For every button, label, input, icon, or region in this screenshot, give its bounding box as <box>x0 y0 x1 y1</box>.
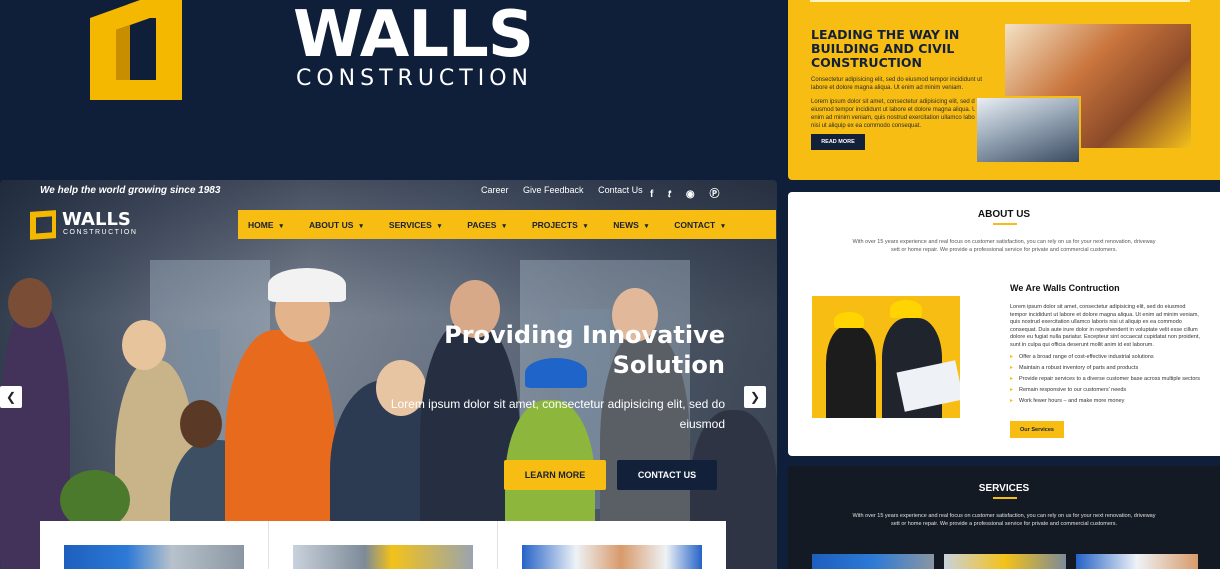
chevron-down-icon: ▾ <box>583 222 588 230</box>
person-head <box>8 278 52 328</box>
nav-contact-label: CONTACT <box>674 219 716 230</box>
learn-more-button[interactable]: LEARN MORE <box>504 460 606 490</box>
feature-card-image <box>293 545 473 569</box>
feature-card-image <box>522 545 702 569</box>
services-intro: With over 15 years experience and real f… <box>852 513 1156 527</box>
list-item: Work fewer hours – and make more money <box>1010 396 1210 407</box>
list-item: Provide repair services to a diverse cus… <box>1010 374 1210 385</box>
nav-home[interactable]: HOME ▾ <box>238 220 293 230</box>
services-panel: SERVICES With over 15 years experience a… <box>788 466 1220 569</box>
nav-news-label: NEWS <box>613 219 639 230</box>
list-item: Offer a broad range of cost-effective in… <box>1010 352 1210 363</box>
about-panel: ABOUT US With over 15 years experience a… <box>788 192 1220 456</box>
nav-projects[interactable]: PROJECTS ▾ <box>522 220 597 230</box>
panel-divider <box>810 0 1190 2</box>
leading-paragraph-1: Consectetur adipisicing elit, sed do eiu… <box>811 77 983 91</box>
nav-about[interactable]: ABOUT US ▾ <box>299 220 373 230</box>
slider-prev-arrow-icon[interactable]: ❮ <box>0 386 22 408</box>
top-link-career[interactable]: Career <box>481 185 509 195</box>
nav-services-label: SERVICES <box>388 219 432 230</box>
list-item: Maintain a robust inventory of parts and… <box>1010 363 1210 374</box>
chevron-down-icon: ▾ <box>359 222 363 230</box>
helmet-shape <box>268 268 346 302</box>
leading-panel: LEADING THE WAY IN BUILDING AND CIVIL CO… <box>788 0 1220 180</box>
brand-logo: WALLS CONSTRUCTION <box>90 0 534 110</box>
feature-card[interactable] <box>40 521 269 569</box>
site-logo[interactable]: WALLS CONSTRUCTION <box>30 209 140 243</box>
services-title: SERVICES <box>978 483 1030 494</box>
hero-text: Lorem ipsum dolor sit amet, consectetur … <box>390 397 725 431</box>
feature-card-image <box>64 545 244 569</box>
person-head <box>122 320 166 370</box>
pinterest-icon[interactable]: Ⓟ <box>709 189 719 200</box>
title-underline <box>993 497 1017 499</box>
nav-news[interactable]: NEWS ▾ <box>603 220 658 230</box>
feature-card[interactable] <box>269 521 498 569</box>
about-heading: We Are Walls Contruction <box>1010 283 1120 293</box>
leading-paragraph-2: Lorem ipsum dolor sit amet, consectetur … <box>811 99 982 129</box>
list-item: Remain responsive to our customers' need… <box>1010 385 1210 396</box>
service-thumb-image <box>812 554 934 569</box>
person-head <box>180 400 222 448</box>
site-logo-mark-icon <box>30 210 56 240</box>
nav-about-label: ABOUT US <box>309 219 354 230</box>
title-underline <box>993 223 1017 225</box>
site-hero-preview: We help the world growing since 1983 Car… <box>0 180 777 569</box>
instagram-icon[interactable]: ◉ <box>686 189 695 200</box>
social-links: f 𝑡 ◉ Ⓟ <box>650 185 731 200</box>
nav-pages[interactable]: PAGES ▾ <box>457 220 516 230</box>
top-links: Career Give Feedback Contact Us <box>481 185 655 195</box>
service-thumb-image <box>944 554 1066 569</box>
service-thumb-image <box>1076 554 1198 569</box>
read-more-button[interactable]: READ MORE <box>811 134 865 150</box>
top-link-feedback[interactable]: Give Feedback <box>523 185 584 195</box>
chevron-down-icon: ▾ <box>502 222 506 230</box>
leading-title: LEADING THE WAY IN BUILDING AND CIVIL CO… <box>811 27 960 70</box>
nav-projects-label: PROJECTS <box>531 219 578 230</box>
top-link-contact[interactable]: Contact Us <box>598 185 643 195</box>
contact-us-button[interactable]: CONTACT US <box>617 460 717 490</box>
walls-logo-mark-icon <box>90 0 182 100</box>
hero-title: Providing Innovative Solution <box>444 321 725 379</box>
main-nav: HOME ▾ ABOUT US ▾ SERVICES ▾ PAGES ▾ PROJECT… <box>238 210 776 239</box>
chevron-down-icon: ▾ <box>721 222 725 230</box>
engineers-image <box>812 296 960 418</box>
facebook-icon[interactable]: f <box>650 189 653 200</box>
about-paragraph: Lorem ipsum dolor sit amet, consectetur … <box>1010 304 1200 348</box>
about-list: Offer a broad range of cost-effective in… <box>1010 352 1210 407</box>
nav-contact[interactable]: CONTACT ▾ <box>664 220 734 230</box>
twitter-icon[interactable]: 𝑡 <box>668 189 671 200</box>
site-tagline: We help the world growing since 1983 <box>40 185 221 196</box>
slider-next-arrow-icon[interactable]: ❯ <box>744 386 766 408</box>
about-intro: With over 15 years experience and real f… <box>852 239 1156 253</box>
chevron-down-icon: ▾ <box>644 222 649 230</box>
nav-pages-label: PAGES <box>467 219 497 230</box>
brand-subtitle: CONSTRUCTION <box>296 66 533 91</box>
site-logo-sub: CONSTRUCTION <box>63 229 138 236</box>
chevron-down-icon: ▾ <box>437 222 442 230</box>
nav-services[interactable]: SERVICES ▾ <box>379 220 451 230</box>
our-services-button[interactable]: Our Services <box>1010 421 1064 438</box>
feature-card[interactable] <box>498 521 726 569</box>
brand-wordmark: WALLS <box>293 0 534 72</box>
nav-home-label: HOME <box>248 219 274 230</box>
team-meeting-image <box>975 96 1081 164</box>
feature-cards <box>40 521 726 569</box>
site-logo-word: WALLS <box>62 209 131 230</box>
about-title: ABOUT US <box>977 209 1031 220</box>
site-topbar: We help the world growing since 1983 Car… <box>0 180 777 204</box>
chevron-down-icon: ▾ <box>279 222 284 230</box>
